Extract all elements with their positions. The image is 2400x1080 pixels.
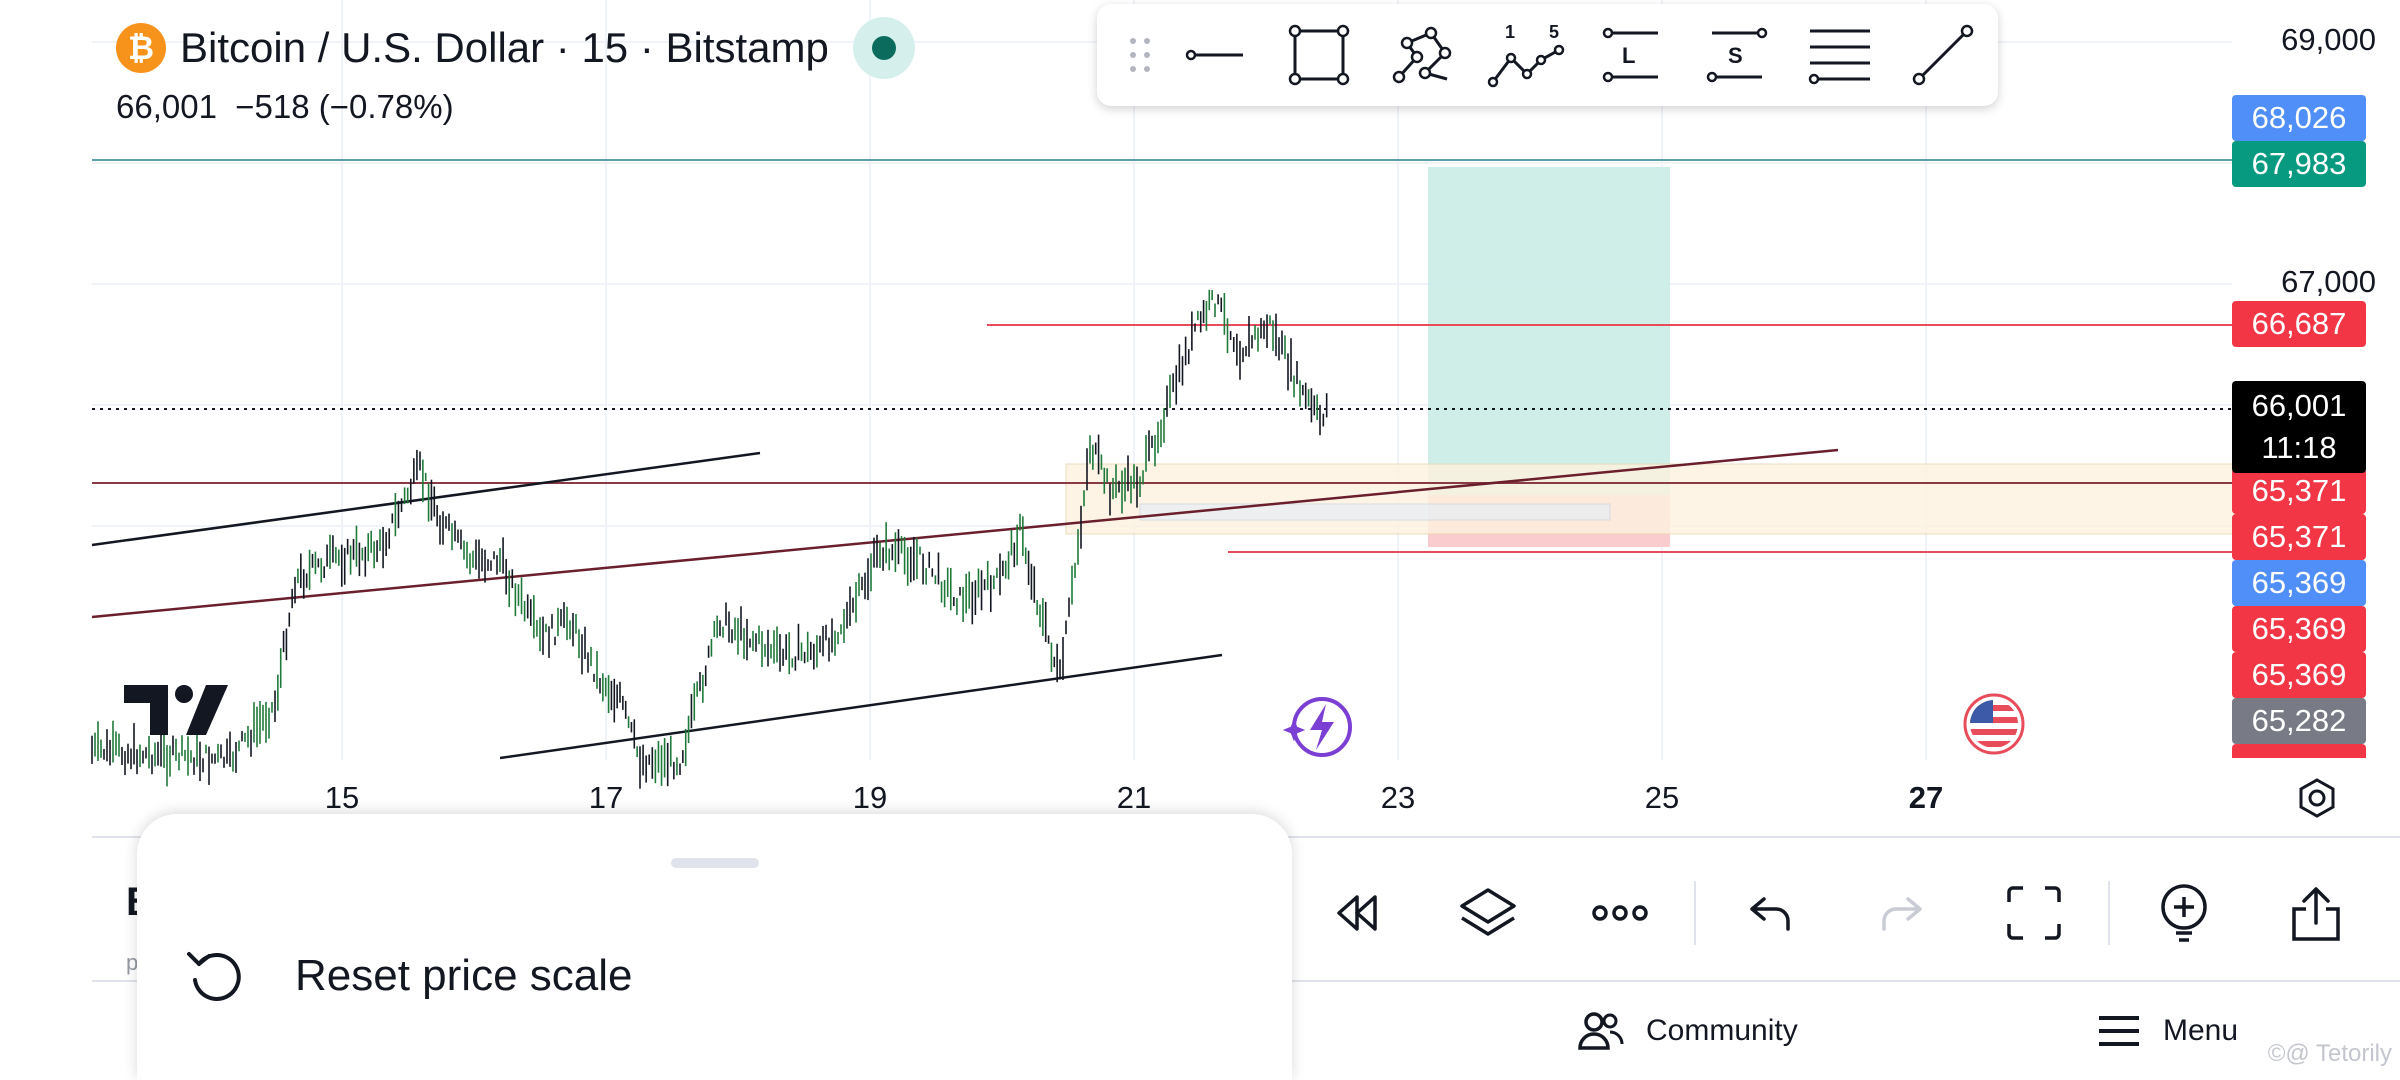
time-axis-label: 23 — [1380, 780, 1416, 815]
community-icon — [1578, 1012, 1624, 1050]
more-icon[interactable] — [1554, 868, 1686, 958]
horizontal-line-icon[interactable] — [1163, 10, 1267, 100]
time-axis-label: 21 — [1116, 780, 1152, 815]
replay-icon[interactable] — [1290, 868, 1422, 958]
svg-text:S: S — [1728, 43, 1743, 68]
layers-icon[interactable] — [1422, 868, 1554, 958]
current-price-value: 66,001 — [2251, 387, 2347, 423]
price-change-readout: 66,001 −518 (−0.78%) — [116, 88, 454, 125]
upper-channel-line[interactable] — [91, 451, 761, 547]
time-axis-label: 25 — [1644, 780, 1680, 815]
watermark: ©@ Tetorily — [2267, 1040, 2392, 1067]
long-position-profit-zone[interactable] — [1428, 167, 1670, 495]
tradingview-logo — [124, 676, 252, 750]
price-tag: 65,369 — [2232, 652, 2366, 698]
symbol-title[interactable]: Bitcoin / U.S. Dollar · 15 · Bitstamp — [180, 24, 829, 72]
symbol-header[interactable]: ₿ Bitcoin / U.S. Dollar · 15 · Bitstamp — [116, 17, 915, 79]
short-position-icon[interactable]: S — [1683, 10, 1787, 100]
price-tag: 65,369 — [2232, 606, 2366, 652]
svg-text:L: L — [1622, 43, 1635, 68]
time-axis-label: 15 — [324, 780, 360, 815]
price-candles — [91, 289, 1328, 789]
inner-zone-rect[interactable] — [1139, 503, 1611, 521]
hamburger-menu-icon — [2097, 1014, 2141, 1048]
nav-menu[interactable]: Menu — [2097, 998, 2238, 1064]
sheet-drag-handle[interactable] — [671, 858, 759, 868]
path-icon[interactable] — [1371, 10, 1475, 100]
demand-zone-rect[interactable] — [1065, 463, 2235, 535]
price-tag: 66,687 — [2232, 301, 2366, 347]
reset-price-scale-label: Reset price scale — [295, 951, 633, 1000]
rectangle-icon[interactable] — [1267, 10, 1371, 100]
drawing-toolbar: 15 L S — [1097, 4, 1998, 106]
trend-line-icon[interactable] — [1891, 10, 1995, 100]
drag-handle-icon[interactable] — [1117, 10, 1163, 100]
price-axis-label: 67,000 — [2281, 264, 2376, 299]
price-tag: 65,369 — [2232, 560, 2366, 606]
fib-retracement-icon[interactable] — [1787, 10, 1891, 100]
time-axis-label: 27 — [1908, 780, 1944, 815]
price-tag: 67,983 — [2232, 141, 2366, 187]
nav-community[interactable]: Community — [1578, 998, 1798, 1064]
price-tag: 68,026 — [2232, 95, 2366, 141]
chart-bottom-toolbar — [1290, 868, 2400, 958]
time-axis-label: 17 — [588, 780, 624, 815]
bottom-sheet: Reset price scale — [137, 814, 1292, 1080]
price-tag: 65,371 — [2232, 468, 2366, 514]
price-tag: 65,371 — [2232, 514, 2366, 560]
redo-icon[interactable] — [1836, 868, 1968, 958]
fullscreen-icon[interactable] — [1968, 868, 2100, 958]
lightning-icon[interactable] — [1282, 690, 1356, 764]
bitcoin-icon: ₿ — [116, 23, 166, 73]
elliott-wave-icon[interactable]: 15 — [1475, 10, 1579, 100]
price-tag: 65,282 — [2232, 698, 2366, 744]
long-position-icon[interactable]: L — [1579, 10, 1683, 100]
market-status-icon[interactable] — [852, 17, 915, 79]
clipped-price-tag — [2232, 744, 2366, 758]
us-flag-icon[interactable] — [1963, 693, 2025, 755]
nav-menu-label: Menu — [2163, 1014, 2239, 1047]
bar-countdown: 11:18 — [2261, 429, 2337, 465]
svg-text:5: 5 — [1549, 22, 1559, 42]
alert-add-icon[interactable] — [2118, 868, 2250, 958]
undo-icon[interactable] — [1704, 868, 1836, 958]
reset-price-scale-item[interactable]: Reset price scale — [183, 944, 632, 1008]
share-icon[interactable] — [2250, 868, 2382, 958]
time-axis-label: 19 — [852, 780, 888, 815]
reset-icon — [187, 952, 241, 1001]
current-price-tag: 66,001 11:18 — [2232, 380, 2366, 473]
svg-text:1: 1 — [1505, 22, 1515, 42]
chart-settings-icon[interactable] — [2296, 777, 2338, 819]
price-axis-label: 69,000 — [2281, 22, 2376, 57]
nav-community-label: Community — [1646, 1014, 1798, 1047]
